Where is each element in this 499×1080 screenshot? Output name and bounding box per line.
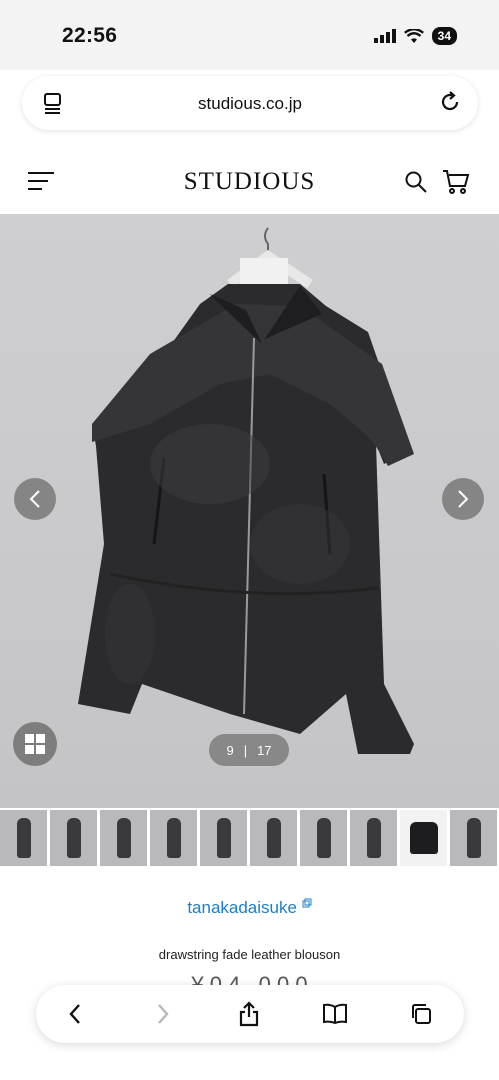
next-image-button[interactable] — [442, 478, 484, 520]
thumbnail[interactable] — [0, 810, 47, 866]
share-button[interactable] — [234, 999, 264, 1029]
product-image-gallery[interactable]: 9 | 17 — [0, 214, 499, 808]
tabs-button[interactable] — [406, 999, 436, 1029]
chevron-right-icon — [458, 490, 469, 508]
thumbnail[interactable] — [300, 810, 347, 866]
previous-image-button[interactable] — [14, 478, 56, 520]
image-counter-separator: | — [243, 742, 248, 758]
grid-icon — [25, 734, 45, 754]
thumbnail[interactable] — [350, 810, 397, 866]
reload-icon[interactable] — [438, 90, 462, 114]
signal-icon — [373, 29, 396, 43]
thumbnail[interactable] — [50, 810, 97, 866]
address-bar[interactable]: studious.co.jp — [22, 76, 478, 130]
battery-indicator: 34 — [431, 27, 457, 45]
browser-toolbar — [36, 985, 464, 1043]
grid-view-button[interactable] — [13, 722, 57, 766]
cart-icon[interactable] — [442, 169, 470, 195]
tabs-icon — [412, 1004, 431, 1024]
status-time: 22:56 — [62, 24, 118, 47]
status-bar: 22:56 34 — [0, 0, 499, 70]
back-button[interactable] — [60, 999, 90, 1029]
product-name: drawstring fade leather blouson — [158, 947, 341, 962]
brand-name[interactable]: tanakadaisuke — [187, 898, 297, 917]
product-photo — [78, 227, 414, 754]
image-counter-current: 9 — [226, 742, 234, 758]
book-icon — [323, 1003, 347, 1025]
thumbnail-active[interactable] — [398, 808, 449, 868]
search-icon[interactable] — [404, 170, 428, 194]
thumbnail[interactable] — [100, 810, 147, 866]
thumbnail[interactable] — [250, 810, 297, 866]
image-counter-total: 17 — [257, 742, 272, 758]
share-icon — [239, 1001, 259, 1027]
wifi-icon — [403, 28, 424, 43]
forward-button[interactable] — [148, 999, 178, 1029]
url-text[interactable]: studious.co.jp — [22, 94, 478, 114]
image-counter: 9 | 17 — [209, 734, 289, 766]
site-header: STUDIOUS — [0, 150, 499, 214]
bookmarks-button[interactable] — [320, 999, 350, 1029]
status-icons: 34 — [373, 27, 457, 45]
external-link-icon — [302, 898, 312, 908]
thumbnail[interactable] — [450, 810, 497, 866]
thumbnail[interactable] — [150, 810, 197, 866]
chevron-right-icon — [158, 1004, 169, 1024]
chevron-left-icon — [29, 490, 40, 508]
battery-level: 34 — [437, 29, 451, 43]
thumbnail-strip — [0, 808, 499, 868]
chevron-left-icon — [69, 1004, 80, 1024]
thumbnail[interactable] — [200, 810, 247, 866]
brand-link[interactable]: tanakadaisuke — [0, 898, 499, 918]
